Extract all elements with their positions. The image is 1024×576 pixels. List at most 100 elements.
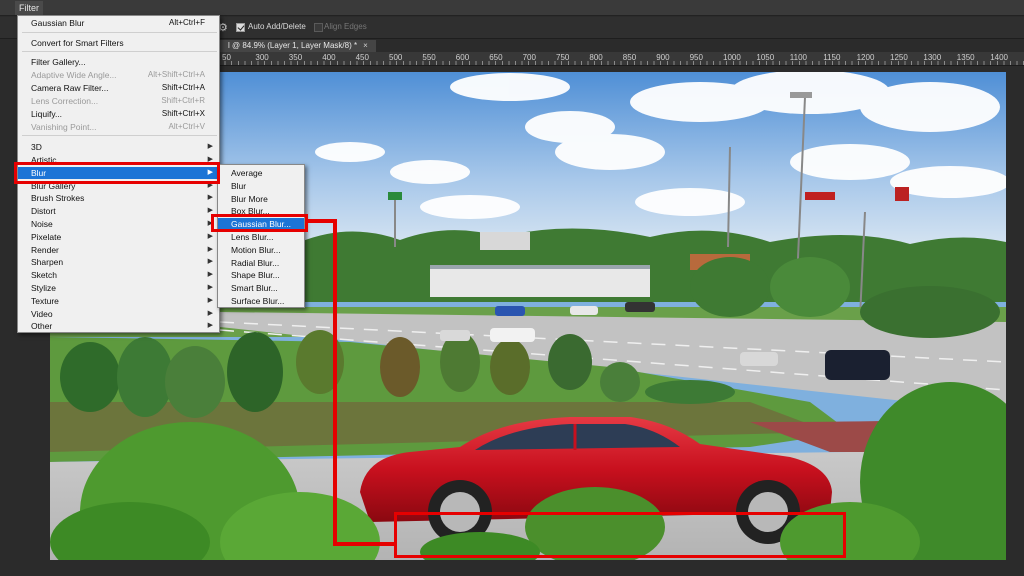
ruler-label: 400 — [322, 53, 336, 62]
filter-menu-item-label: Filter Gallery... — [31, 57, 86, 67]
ruler-label: 850 — [622, 53, 637, 62]
filter-menu-item[interactable]: Video ▶ — [18, 308, 219, 320]
ruler-label: 800 — [589, 53, 603, 62]
annotation-box-car-bottom — [394, 512, 846, 558]
menu-filter[interactable]: Filter — [15, 1, 43, 15]
filter-menu-item[interactable]: Distort ▶ — [18, 205, 219, 217]
chevron-right-icon: ▶ — [207, 271, 213, 278]
blur-submenu-item[interactable]: Smart Blur... — [218, 282, 304, 295]
filter-menu-item[interactable]: Gaussian Blur Alt+Ctrl+F — [18, 17, 219, 29]
close-icon[interactable]: × — [363, 41, 368, 50]
ruler-label: 700 — [522, 53, 536, 62]
ruler-label: 550 — [422, 53, 436, 62]
filter-menu-item-label: Camera Raw Filter... — [31, 83, 109, 93]
filter-menu-item[interactable]: Sharpen ▶ — [18, 256, 219, 268]
align-edges-checkbox[interactable] — [314, 23, 323, 32]
document-tab-title: l @ 84.9% (Layer 1, Layer Mask/8) * — [228, 41, 358, 50]
chevron-right-icon: ▶ — [207, 284, 213, 291]
filter-menu-item[interactable]: Texture ▶ — [18, 295, 219, 307]
auto-add-delete-checkbox[interactable] — [236, 23, 245, 32]
chevron-right-icon: ▶ — [207, 322, 213, 329]
annotation-connector-horizontal — [308, 219, 336, 223]
ruler-label: 450 — [355, 53, 369, 62]
filter-menu-item-label: Other — [31, 321, 53, 331]
filter-menu-item[interactable]: Other ▶ — [18, 320, 219, 332]
filter-menu-item-label: Liquify... — [31, 109, 63, 119]
blur-submenu: Average Blur Blur More Box Blur... Gaussian … — [217, 164, 305, 308]
menu-separator — [22, 135, 217, 136]
blur-submenu-item[interactable]: Surface Blur... — [218, 295, 304, 308]
filter-menu-item[interactable]: Camera Raw Filter... Shift+Ctrl+A — [18, 82, 219, 94]
chevron-right-icon: ▶ — [207, 310, 213, 317]
sign — [805, 192, 835, 200]
status-strip — [0, 561, 1024, 576]
chevron-right-icon: ▶ — [207, 194, 213, 201]
filter-menu-item-label: Stylize — [31, 283, 57, 293]
filter-menu-item[interactable]: Stylize ▶ — [18, 282, 219, 294]
blur-submenu-item[interactable]: Blur — [218, 180, 304, 193]
shortcut-text: Shift+Ctrl+R — [161, 96, 205, 105]
blur-submenu-item[interactable]: Radial Blur... — [218, 257, 304, 270]
shortcut-text: Shift+Ctrl+X — [161, 109, 205, 118]
ruler-label: 950 — [689, 53, 703, 62]
menu-separator — [22, 51, 217, 52]
ruler-label: 1100 — [789, 53, 807, 62]
filter-menu-item[interactable]: Convert for Smart Filters — [18, 37, 219, 49]
ruler-label: 50 — [222, 53, 231, 62]
filter-menu-item[interactable]: Brush Strokes ▶ — [18, 192, 219, 204]
shortcut-text: Alt+Shift+Ctrl+A — [147, 70, 205, 79]
shortcut-text: Alt+Ctrl+V — [168, 122, 205, 131]
blur-submenu-item[interactable]: Shape Blur... — [218, 269, 304, 282]
ruler-label: 350 — [288, 53, 303, 62]
photoshop-window: Filter ⚙ Auto Add/Delete Align Edges l @… — [0, 0, 1024, 576]
sign — [388, 192, 402, 200]
blur-submenu-item[interactable]: Lens Blur... — [218, 231, 304, 244]
document-tab[interactable]: l @ 84.9% (Layer 1, Layer Mask/8) * × — [218, 40, 376, 52]
ruler-label: 1250 — [890, 53, 908, 62]
filter-menu-item[interactable]: Noise ▶ — [18, 218, 219, 230]
ruler-label: 650 — [489, 53, 503, 62]
ruler-label: 750 — [556, 53, 570, 62]
auto-add-delete-label: Auto Add/Delete — [248, 22, 306, 31]
filter-menu-item[interactable]: Liquify... Shift+Ctrl+X — [18, 108, 219, 120]
filter-menu-item-label: Vanishing Point... — [31, 122, 97, 132]
filter-menu-item-label: Video — [31, 309, 53, 319]
annotation-box-gaussian-blur — [211, 214, 308, 232]
ruler-label: 600 — [455, 53, 470, 62]
annotation-connector-vertical — [333, 219, 337, 545]
ruler-label: 900 — [656, 53, 670, 62]
ruler-label: 1050 — [756, 53, 775, 62]
filter-menu-item-label: Texture — [31, 296, 59, 306]
filter-menu-item: Vanishing Point... Alt+Ctrl+V — [18, 121, 219, 133]
filter-menu-item-label: Gaussian Blur — [31, 18, 85, 28]
horizontal-ruler[interactable]: 50 300 350 400 450 500 550 600 650 700 750 800 850 90… — [218, 52, 1024, 66]
filter-menu-item: Lens Correction... Shift+Ctrl+R — [18, 95, 219, 107]
filter-menu-item[interactable]: Filter Gallery... — [18, 56, 219, 68]
align-edges-label: Align Edges — [324, 22, 367, 31]
filter-menu-item-label: Distort — [31, 206, 56, 216]
filter-menu-item-label: Noise — [31, 219, 53, 229]
filter-menu-item-label: Pixelate — [31, 232, 62, 242]
blur-submenu-item[interactable]: Motion Blur... — [218, 244, 304, 257]
filter-menu-item-label: Render — [31, 245, 59, 255]
filter-menu-item[interactable]: Sketch ▶ — [18, 269, 219, 281]
filter-menu-item-label: Sketch — [31, 270, 57, 280]
chevron-right-icon: ▶ — [207, 143, 213, 150]
chevron-right-icon: ▶ — [207, 233, 213, 240]
blur-submenu-item[interactable]: Blur More — [218, 193, 304, 206]
annotation-connector-bottom — [333, 542, 397, 546]
ruler-label: 300 — [255, 53, 269, 62]
menu-separator — [22, 32, 217, 33]
shortcut-text: Alt+Ctrl+F — [168, 18, 205, 27]
building — [430, 267, 650, 297]
filter-menu-item[interactable]: Render ▶ — [18, 244, 219, 256]
filter-menu-item-label: Brush Strokes — [31, 193, 85, 203]
sign — [895, 187, 909, 201]
annotation-box-blur — [14, 162, 220, 184]
filter-menu-item[interactable]: 3D ▶ — [18, 141, 219, 153]
filter-menu-item-label: Adaptive Wide Angle... — [31, 70, 117, 80]
filter-menu-item-label: Sharpen — [31, 257, 64, 267]
filter-menu-item: Adaptive Wide Angle... Alt+Shift+Ctrl+A — [18, 69, 219, 81]
blur-submenu-item[interactable]: Average — [218, 167, 304, 180]
filter-menu-item[interactable]: Pixelate ▶ — [18, 231, 219, 243]
